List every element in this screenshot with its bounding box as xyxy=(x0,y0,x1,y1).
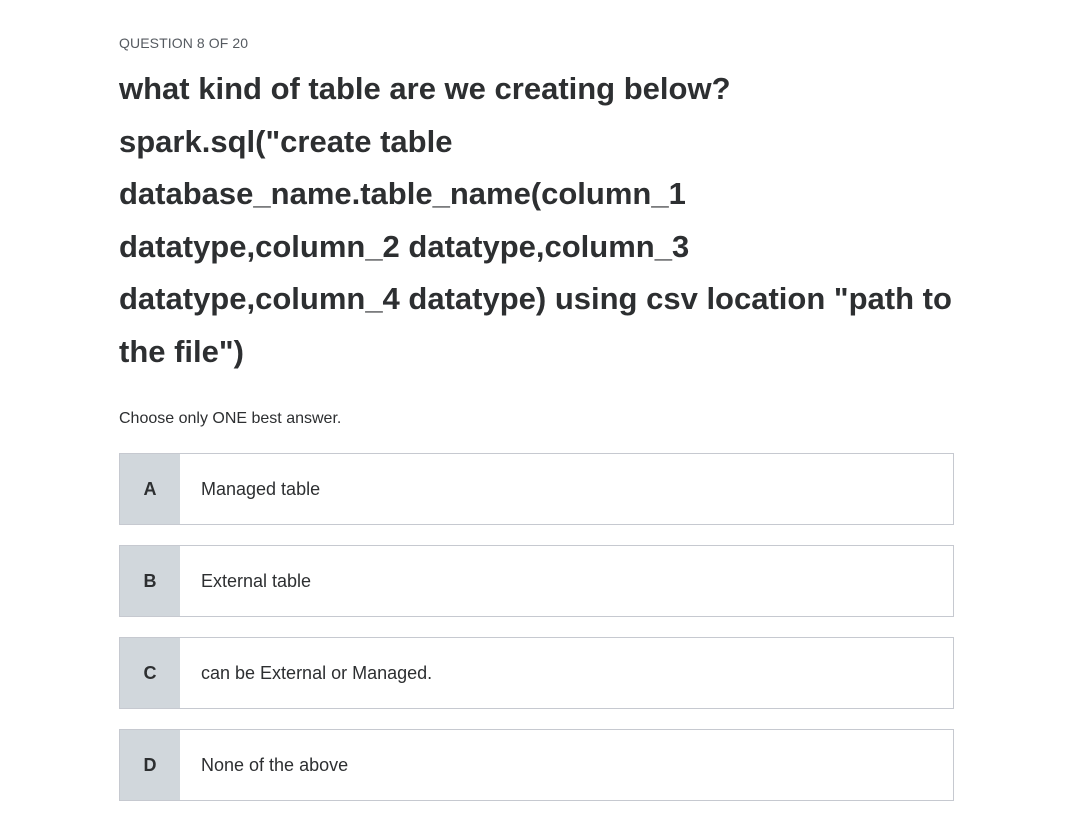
option-text-c: can be External or Managed. xyxy=(201,662,433,683)
answer-option-d[interactable]: D None of the above xyxy=(119,729,954,801)
option-letter-d: D xyxy=(120,730,180,800)
answer-options: A Managed table B External table C can b… xyxy=(119,453,954,821)
option-text-b: External table xyxy=(201,570,312,591)
option-letter-b: B xyxy=(120,546,180,616)
answer-option-a[interactable]: A Managed table xyxy=(119,453,954,525)
question-text: what kind of table are we creating below… xyxy=(119,71,952,369)
answer-option-c[interactable]: C can be External or Managed. xyxy=(119,637,954,709)
option-letter-a: A xyxy=(120,454,180,524)
option-text-a: Managed table xyxy=(201,478,321,499)
option-letter-c: C xyxy=(120,638,180,708)
option-text-d: None of the above xyxy=(201,754,349,775)
answer-instruction: Choose only ONE best answer. xyxy=(119,410,342,427)
question-counter: QUESTION 8 OF 20 xyxy=(119,35,249,51)
answer-option-b[interactable]: B External table xyxy=(119,545,954,617)
